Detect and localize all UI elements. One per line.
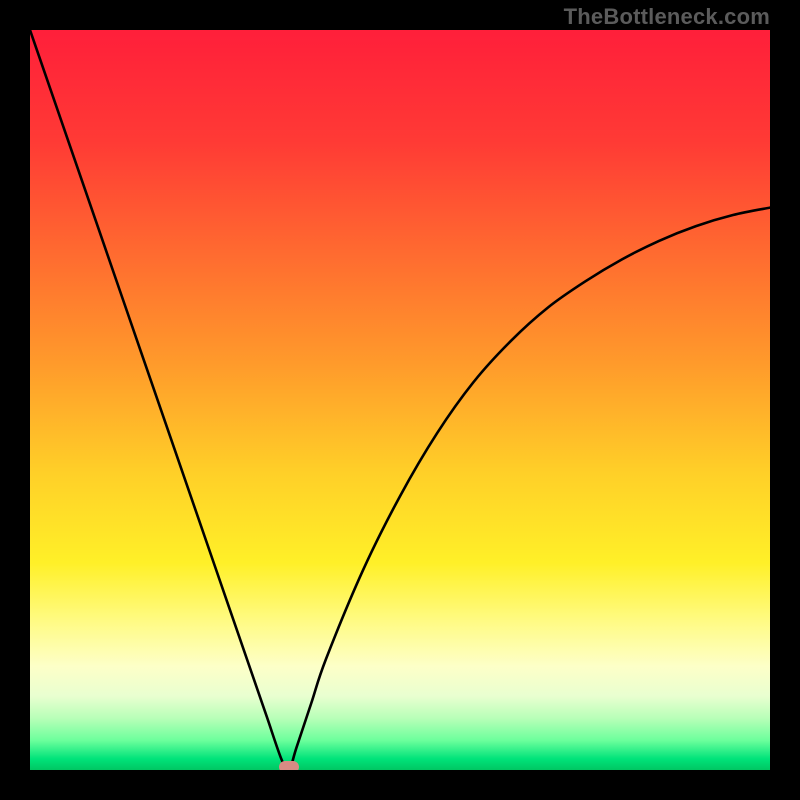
optimal-point-marker xyxy=(279,761,299,770)
chart-curve xyxy=(30,30,770,770)
chart-plot-area xyxy=(30,30,770,770)
watermark-text: TheBottleneck.com xyxy=(564,4,770,30)
